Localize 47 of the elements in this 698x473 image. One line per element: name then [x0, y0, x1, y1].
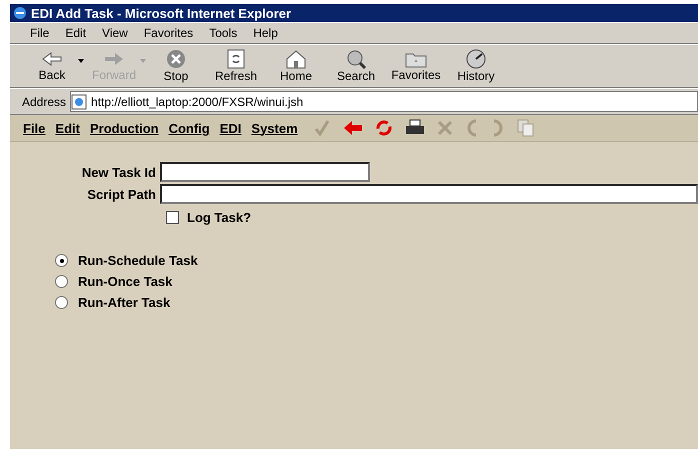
radio-button[interactable] — [55, 296, 68, 309]
app-menu-item[interactable]: Config — [164, 120, 215, 136]
toolbar-button[interactable]: Stop — [146, 45, 206, 87]
menu-item[interactable]: Help — [245, 23, 286, 43]
forward-arrow-icon — [103, 50, 125, 68]
app-menu-item[interactable]: System — [246, 120, 303, 136]
radio-label: Run-Once Task — [78, 274, 172, 289]
radio-button[interactable] — [55, 275, 68, 288]
app-menu-item[interactable]: Edit — [50, 120, 85, 136]
menu-item[interactable]: View — [94, 23, 136, 43]
house-icon — [285, 49, 307, 69]
toolbar-button[interactable]: Refresh — [206, 45, 266, 87]
app-menu-item[interactable]: File — [18, 120, 50, 136]
printer-icon[interactable] — [404, 119, 425, 137]
back-arrow-icon — [41, 50, 63, 68]
refresh-icon — [227, 49, 245, 69]
stop-icon — [166, 49, 186, 69]
menu-item[interactable]: Tools — [201, 23, 246, 43]
toolbar-button[interactable]: Search — [326, 45, 386, 87]
text-field[interactable] — [160, 184, 698, 204]
radio-button[interactable] — [55, 254, 68, 267]
text-field[interactable] — [160, 162, 370, 182]
app-menu-item[interactable]: Production — [84, 120, 164, 136]
menu-item[interactable]: Favorites — [136, 23, 202, 43]
checkbox-label: Log Task? — [187, 210, 252, 225]
radio-label: Run-After Task — [78, 295, 170, 310]
page-icon — [71, 94, 88, 110]
address-label: Address — [21, 94, 68, 108]
back-arrow-icon[interactable] — [342, 120, 363, 136]
caret-icon[interactable] — [78, 59, 84, 63]
address-field[interactable]: http://elliott_laptop:2000/FXSR/winui.jsh — [70, 91, 698, 112]
window-title: EDI Add Task - Microsoft Internet Explorer — [31, 6, 292, 20]
search-icon — [345, 49, 367, 69]
menu-item[interactable]: File — [22, 23, 58, 43]
checkbox[interactable] — [166, 211, 179, 224]
field-label: New Task Id — [80, 164, 157, 180]
clock-icon — [466, 49, 486, 69]
toolbar-button[interactable]: Home — [266, 45, 326, 87]
browser-logo-icon — [13, 6, 27, 20]
refresh-icon[interactable] — [374, 119, 393, 137]
toolbar-button[interactable]: Back — [22, 46, 82, 86]
toolbar-button[interactable]: History — [446, 45, 506, 87]
toolbar-button[interactable]: Favorites — [386, 46, 446, 86]
radio-label: Run-Schedule Task — [78, 253, 198, 268]
app-menu-item[interactable]: EDI — [214, 120, 246, 136]
menu-item[interactable]: Edit — [57, 23, 94, 43]
field-label: Script Path — [86, 186, 157, 202]
